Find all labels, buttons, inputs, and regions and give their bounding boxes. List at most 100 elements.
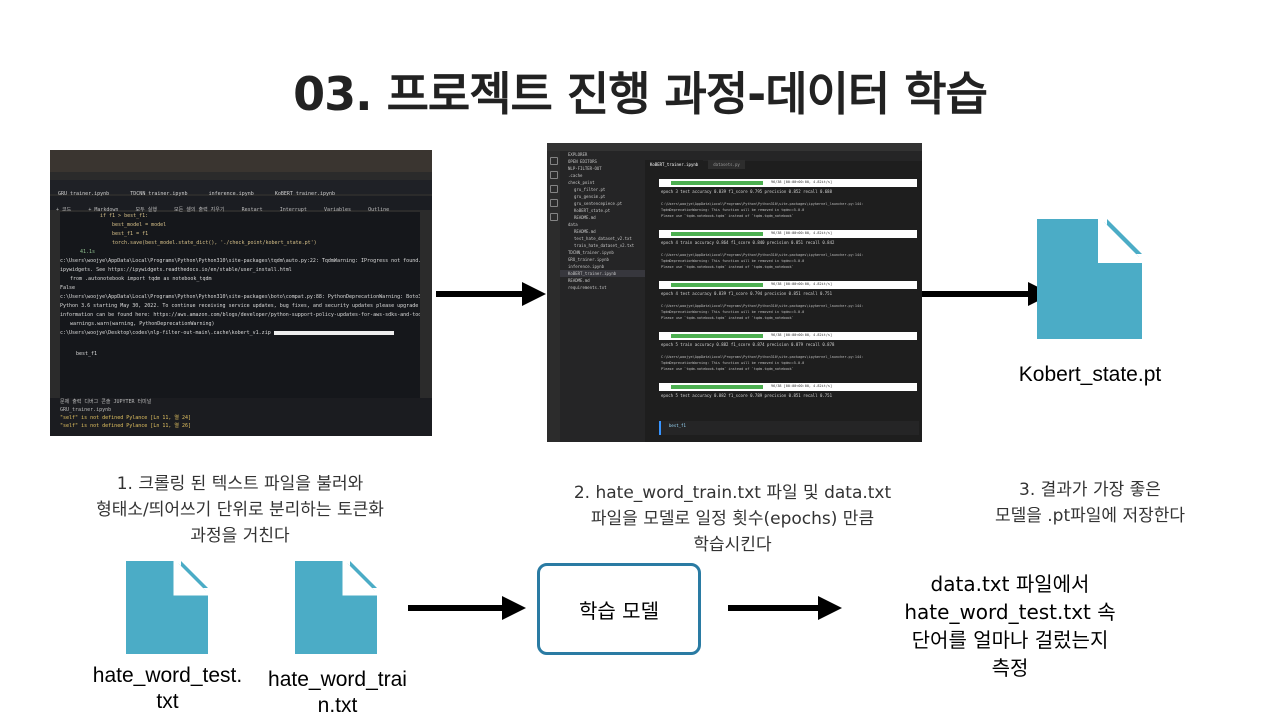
source-control-icon [549,185,558,193]
code-line: from .autonotebook import tqdm as notebo… [70,276,212,282]
progress-fill [671,283,763,287]
code-line: Python 3.6 starting May 30, 2022. To con… [60,303,420,309]
code-line: c:\Users\woojye\AppData\Local\Programs\P… [60,258,420,264]
code-line: best_model = model [112,222,167,228]
arrow-4-line [728,605,822,611]
vscode-screenshot: File Edit Selection View Go Run Terminal… [547,143,922,442]
panel-line: GRU_trainer.ipynb [60,407,112,413]
laptop-screen-photo: GRU_trainer.ipynb TDCNN_trainer.ipynb in… [50,150,432,436]
result-line: 측정 [991,656,1029,680]
explorer-item: inference.ipynb [568,264,605,269]
explorer-item: requirements.txt [568,285,607,290]
progress-output: 96/38 [00:00<00:00, 4.82it/s] [659,332,917,340]
explorer-item: GRU_trainer.ipynb [568,257,609,262]
photo-bottom-panel: 문제 출력 디버그 콘솔 JUPYTER 터미널 GRU_trainer.ipy… [50,398,432,436]
step-2-caption: 2. hate_word_train.txt 파일 및 data.txt 파일을… [520,480,945,558]
explorer-item: NLP-FILTER-OUT [568,166,602,171]
result-line: hate_word_test.txt 속 [904,600,1116,624]
result-text: data.txt 파일에서 hate_word_test.txt 속 단어를 얼… [870,570,1150,682]
code-line: information can be found here: https://a… [60,312,420,318]
progress-output: 96/38 [00:00<00:00, 4.82it/s] [659,281,917,289]
progress-bar [273,330,394,335]
result-line: data.txt 파일에서 [930,572,1090,596]
explorer-item: check_point [568,180,595,185]
file-label-line: hate_word_test. [92,664,243,687]
arrow-3-line [408,605,506,611]
progress-fill [671,334,763,338]
file-label-train: hate_word_trai n.txt [250,667,425,719]
arrow-1-line [436,291,528,297]
file-label-line: hate_word_trai [268,668,407,691]
output-block: 96/38 [00:00<00:00, 4.82it/s] epoch 4 te… [659,281,917,321]
files-icon [549,157,558,165]
progress-output: 96/38 [00:00<00:00, 4.82it/s] [659,230,917,238]
caption-line: 과정을 거친다 [190,526,290,546]
warning-line: Please use `tqdm.notebook.tqdm` instead … [661,316,794,320]
code-line: c:\Users\woojye\AppData\Local\Programs\P… [60,294,420,300]
file-label-test: hate_word_test. txt [80,663,255,715]
editor-tab: KoBERT_trainer.ipynb [645,160,704,169]
explorer-sidebar: EXPLORER OPEN EDITORS NLP-FILTER-OUT .ca… [560,151,645,442]
step-1-caption: 1. 크롤링 된 텍스트 파일을 불러와 형태소/띄어쓰기 단위로 분리하는 토… [20,471,460,549]
model-box: 학습 모델 [537,563,701,655]
caption-line: 형태소/띄어쓰기 단위로 분리하는 토큰화 [96,500,384,520]
vscode-titlebar: File Edit Selection View Go Run Terminal… [547,143,922,159]
file-label-line: n.txt [317,694,358,717]
progress-output: 96/38 [00:00<00:00, 4.82it/s] [659,179,917,187]
progress-text: 96/38 [00:00<00:00, 4.82it/s] [771,180,833,184]
code-cell: best_f1 [659,421,919,435]
code-line: best_f1 = f1 [112,231,149,237]
extensions-icon [549,213,558,221]
epoch-line: epoch 4 test accuracy 0.839 f1_score 0.7… [661,291,832,296]
epoch-line: epoch 5 test accuracy 0.882 f1_score 0.7… [661,393,832,398]
explorer-item: gru_gensim.pt [574,194,606,199]
warning-line: Please use `tqdm.notebook.tqdm` instead … [661,367,794,371]
explorer-item: OPEN EDITORS [568,159,597,164]
run-debug-icon [549,199,558,207]
panel-line: 문제 출력 디버그 콘솔 JUPYTER 터미널 [60,399,152,405]
code-line: torch.save(best_model.state_dict(), './c… [112,240,317,246]
explorer-item: README.md [574,215,596,220]
arrow-3-head [502,596,526,620]
explorer-item: README.md [574,229,596,234]
caption-line: 2. hate_word_train.txt 파일 및 data.txt [573,483,892,503]
explorer-item: test_hate_dataset_v2.txt [574,236,632,241]
panel-line: "self" is not defined Pylance [Ln 11, 열 … [60,415,192,421]
photo-code-area: if f1 > best_f1: best_model = model best… [60,212,420,427]
explorer-item: gru_sentencepiece.pt [574,201,623,206]
search-icon [549,171,558,179]
arrow-1-head [522,282,546,306]
output-block: 96/38 [00:00<00:00, 4.82it/s] epoch 5 te… [659,383,917,399]
epoch-line: epoch 3 test accuracy 0.839 f1_score 0.7… [661,189,832,194]
editor-area: KoBERT_trainer.ipynb datasets.py 96/38 [… [645,151,922,442]
progress-fill [671,181,763,185]
caption-line: 학습시킨다 [693,535,772,555]
code-line: warnings.warn(warning, PythonDeprecation… [70,321,215,327]
output-block: 96/38 [00:00<00:00, 4.82it/s] epoch 3 te… [659,179,917,219]
progress-output: 96/38 [00:00<00:00, 4.82it/s] [659,383,917,391]
output-block: 96/38 [00:00<00:00, 4.82it/s] epoch 5 tr… [659,332,917,372]
photo-window-bar [50,150,432,172]
code-line: 41.1s [80,249,96,255]
arrow-2-line [922,291,1032,297]
caption-line: 파일을 모델로 일정 횟수(epochs) 만큼 [590,509,875,529]
explorer-item: gru_filter.pt [574,187,606,192]
model-box-label: 학습 모델 [579,598,659,623]
progress-text: 96/38 [00:00<00:00, 4.82it/s] [771,333,833,337]
warning-line: Please use `tqdm.notebook.tqdm` instead … [661,265,794,269]
photo-tab-bar: GRU_trainer.ipynb TDCNN_trainer.ipynb in… [50,180,432,197]
step-3-caption: 3. 결과가 가장 좋은 모델을 .pt파일에 저장한다 [945,477,1235,529]
code-line: if f1 > best_f1: [100,213,149,219]
progress-text: 96/38 [00:00<00:00, 4.82it/s] [771,384,833,388]
caption-line: 모델을 .pt파일에 저장한다 [994,506,1186,526]
slide-title: 03. 프로젝트 진행 과정-데이터 학습 [293,67,988,121]
caption-line: 1. 크롤링 된 텍스트 파일을 불러와 [116,474,364,494]
epoch-line: epoch 5 train accuracy 0.882 f1_score 0.… [661,342,835,347]
epoch-line: epoch 4 train accuracy 0.864 f1_score 0.… [661,240,835,245]
progress-fill [671,232,763,236]
explorer-item: train_hate_dataset_v2.txt [574,243,635,248]
output-file-label: Kobert_state.pt [1018,363,1162,386]
photo-toolbar: + 코드 + Markdown 모두 실행 모든 셀의 출력 지우기 Resta… [50,196,432,213]
explorer-item: TDCNN_trainer.ipynb [568,250,614,255]
activity-bar [547,151,560,442]
